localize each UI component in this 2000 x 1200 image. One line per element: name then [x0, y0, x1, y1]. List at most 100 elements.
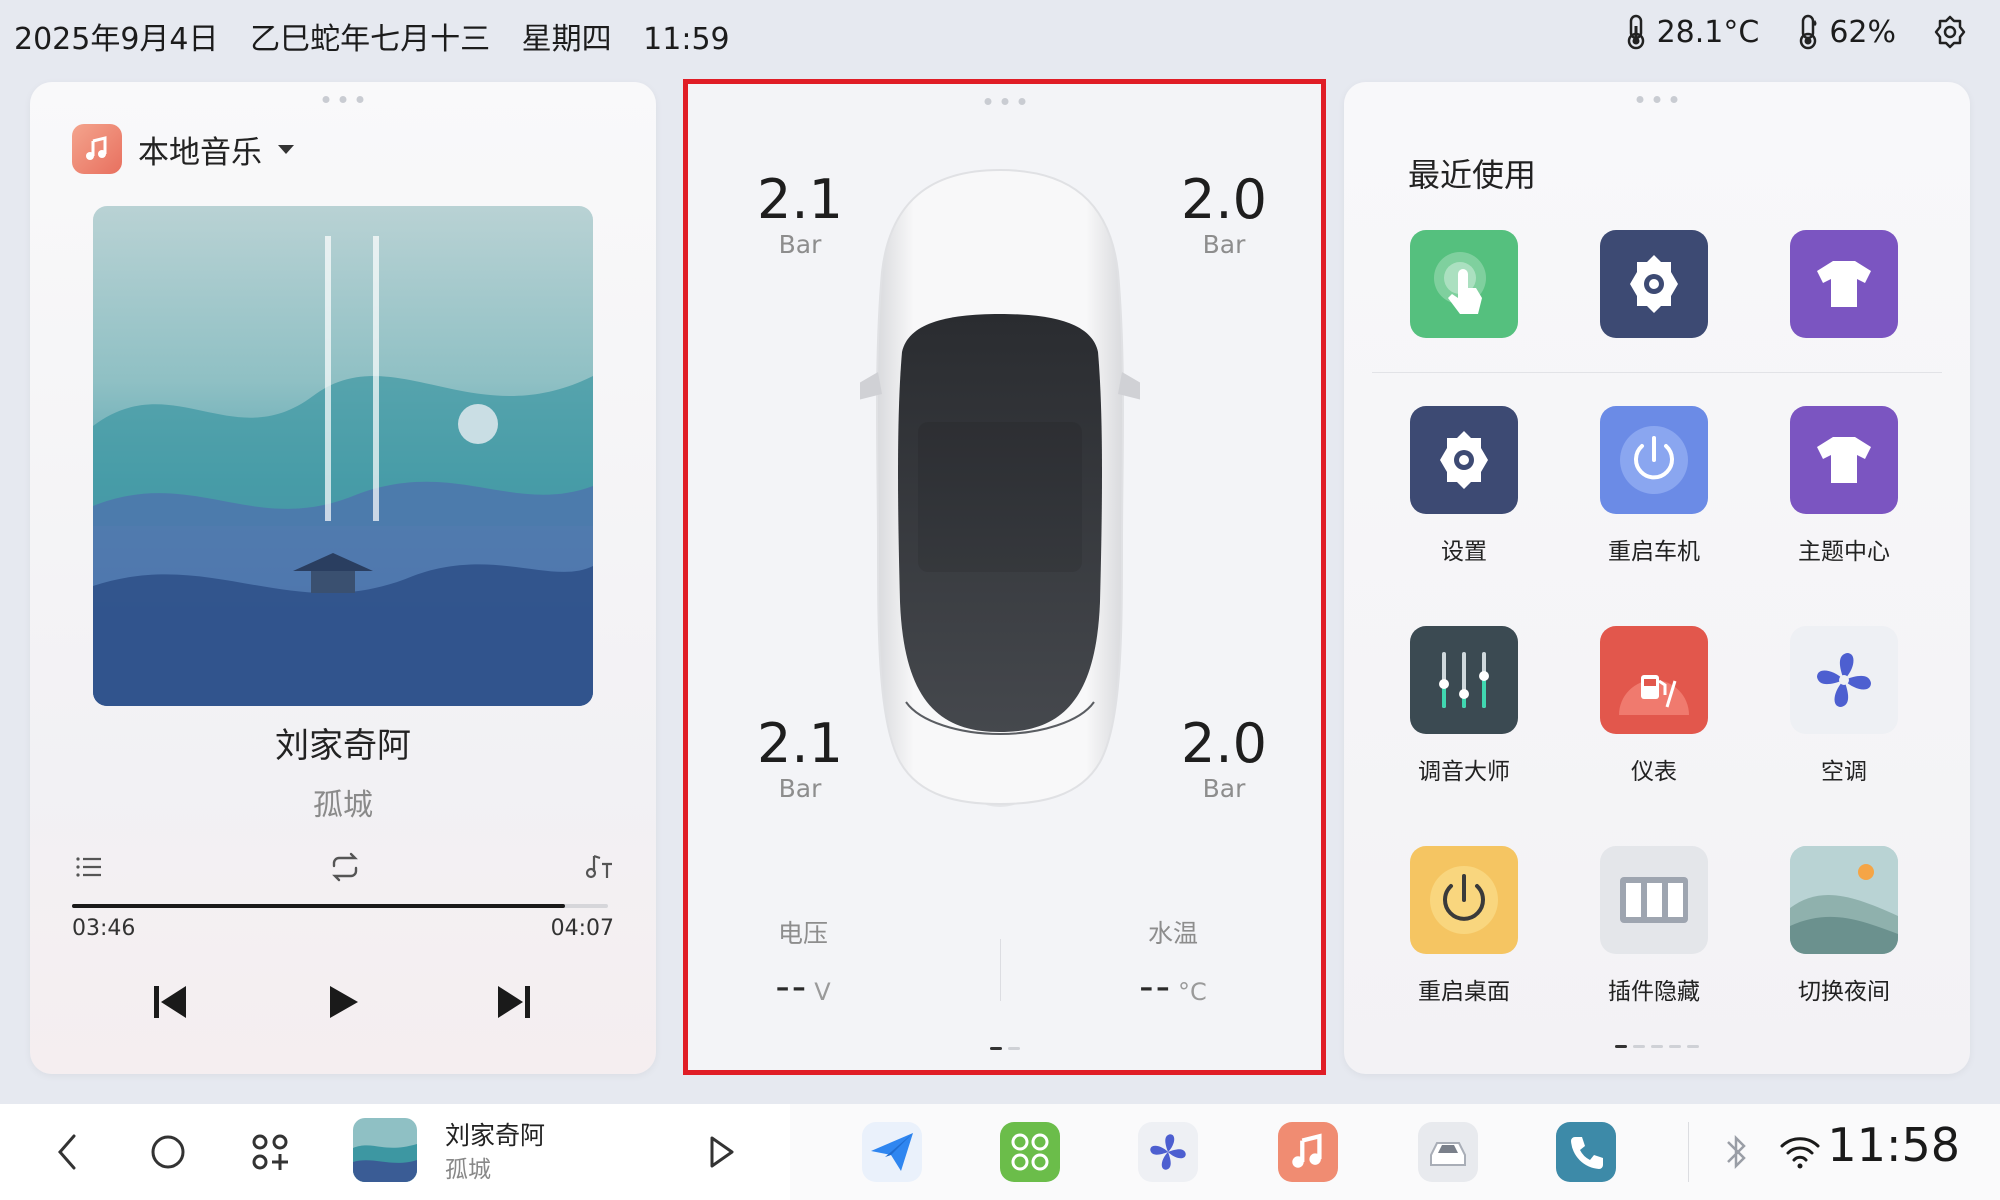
- status-date: 2025年9月4日: [14, 22, 219, 57]
- temperature-indicator: 28.1°C: [1623, 14, 1760, 50]
- dock-app-vehicle[interactable]: [1418, 1122, 1478, 1182]
- tire-pressure-unit: Bar: [1202, 230, 1246, 259]
- status-weekday: 星期四: [521, 22, 612, 57]
- app-label: 重启车机: [1608, 539, 1700, 565]
- phone-icon: [1571, 1137, 1603, 1169]
- fuel-gauge-icon: [1600, 626, 1708, 734]
- status-bar: 2025年9月4日 乙巳蛇年七月十三 星期四 11:59 28.1°C 62%: [0, 0, 2000, 76]
- app-restart-desktop[interactable]: 重启桌面: [1384, 846, 1544, 1006]
- app-label: 仪表: [1631, 759, 1677, 785]
- home-button[interactable]: [148, 1130, 188, 1178]
- music-source-selector[interactable]: 本地音乐: [72, 124, 294, 174]
- columns-icon: [1600, 846, 1708, 954]
- voltage-unit: V: [814, 978, 831, 1006]
- previous-track-button[interactable]: [152, 982, 188, 1026]
- app-restart-head-unit[interactable]: 重启车机: [1574, 406, 1734, 566]
- dock-separator: [1688, 1122, 1689, 1182]
- wifi-status[interactable]: [1778, 1130, 1822, 1178]
- lyrics-icon: [585, 854, 612, 879]
- app-air-conditioning[interactable]: 空调: [1764, 626, 1924, 786]
- play-outline-icon: [710, 1136, 734, 1168]
- landscape-icon: [1790, 846, 1898, 954]
- dock-play-button[interactable]: [706, 1130, 736, 1178]
- current-time: 03:46: [72, 916, 136, 941]
- music-note-icon: [72, 124, 122, 174]
- card-drag-handle[interactable]: [984, 98, 1025, 105]
- bluetooth-icon: [1727, 1134, 1746, 1170]
- play-icon: [330, 986, 358, 1018]
- tire-rear-left: 2.1 Bar: [740, 714, 860, 804]
- song-artist: 刘家奇阿: [275, 726, 411, 766]
- tire-pressure-unit: Bar: [1202, 774, 1246, 803]
- next-track-button[interactable]: [496, 982, 532, 1026]
- playback-progress-bar[interactable]: [72, 904, 608, 908]
- gear-icon: [1600, 230, 1708, 338]
- dock-app-navigation[interactable]: [862, 1122, 922, 1182]
- card-drag-handle[interactable]: [1636, 96, 1678, 103]
- page-indicator[interactable]: [989, 1047, 1020, 1050]
- gear-icon: [1410, 406, 1518, 514]
- recent-app-theme[interactable]: [1764, 230, 1924, 338]
- playlist-button[interactable]: [74, 852, 104, 886]
- wifi-icon: [1780, 1137, 1820, 1169]
- app-settings[interactable]: 设置: [1384, 406, 1544, 566]
- album-cover[interactable]: [93, 206, 593, 706]
- humidity-indicator: 62%: [1795, 14, 1896, 50]
- paper-plane-icon: [871, 1133, 913, 1171]
- status-lunar-date: 乙巳蛇年七月十三: [250, 22, 491, 57]
- app-sound-master[interactable]: 调音大师: [1384, 626, 1544, 786]
- mini-album-cover[interactable]: [353, 1118, 417, 1182]
- skip-previous-icon: [154, 986, 186, 1018]
- humidity-value: 62%: [1829, 14, 1896, 50]
- dock-app-air-conditioning[interactable]: [1138, 1122, 1198, 1182]
- apps-grid-icon: [252, 1134, 288, 1170]
- card-drag-handle[interactable]: [322, 96, 364, 103]
- chevron-left-icon: [58, 1134, 76, 1170]
- app-drawer-button[interactable]: [250, 1130, 290, 1178]
- equalizer-icon: [1410, 626, 1518, 734]
- tire-pressure-unit: Bar: [778, 774, 822, 803]
- bluetooth-status[interactable]: [1722, 1130, 1752, 1178]
- page-indicator[interactable]: [1615, 1045, 1699, 1048]
- app-night-mode-toggle[interactable]: 切换夜间: [1764, 846, 1924, 1006]
- caret-down-icon: [278, 144, 294, 154]
- app-theme-center[interactable]: 主题中心: [1764, 406, 1924, 566]
- voltage-gauge: 电压 -- V: [738, 914, 868, 1010]
- tire-pressure-value: 2.0: [1181, 168, 1267, 231]
- power-icon: [1410, 846, 1518, 954]
- temperature-value: 28.1°C: [1656, 14, 1760, 50]
- apps-card[interactable]: 最近使用 设置 重启车机 主题中心 调音大师 仪表 空调 重启桌面 插件隐藏 切…: [1344, 82, 1970, 1074]
- lyrics-button[interactable]: [584, 852, 614, 886]
- status-time: 11:59: [643, 22, 730, 57]
- repeat-mode-button[interactable]: [328, 852, 362, 886]
- status-datetime: 2025年9月4日 乙巳蛇年七月十三 星期四 11:59: [14, 14, 752, 58]
- tire-front-left: 2.1 Bar: [740, 170, 860, 260]
- humidity-thermometer-icon: [1800, 14, 1817, 50]
- tire-front-right: 2.0 Bar: [1164, 168, 1284, 260]
- app-label: 切换夜间: [1798, 979, 1890, 1005]
- app-label: 空调: [1821, 759, 1867, 785]
- dock-app-launcher[interactable]: [1000, 1122, 1060, 1182]
- tire-rear-right: 2.0 Bar: [1164, 714, 1284, 804]
- water-temp-value: --: [1139, 964, 1173, 1010]
- music-card[interactable]: 本地音乐 刘家奇阿 孤城 03:46 04:07: [30, 82, 656, 1074]
- car-top-view-image: [860, 168, 1140, 807]
- vehicle-status-card[interactable]: 2.1 Bar 2.0 Bar 2.1 Bar 2.0 Bar 电压 -- V …: [683, 79, 1326, 1075]
- tshirt-icon: [1790, 406, 1898, 514]
- dock-app-music[interactable]: [1278, 1122, 1338, 1182]
- music-note-icon: [1292, 1133, 1322, 1168]
- recent-app-settings[interactable]: [1574, 230, 1734, 338]
- play-button[interactable]: [326, 982, 360, 1026]
- app-plugin-hide[interactable]: 插件隐藏: [1574, 846, 1734, 1006]
- settings-gear-button[interactable]: [1932, 14, 1976, 50]
- back-button[interactable]: [52, 1130, 82, 1178]
- now-playing-subtitle: 孤城: [445, 1157, 491, 1183]
- playlist-icon: [76, 857, 101, 877]
- water-temp-label: 水温: [1147, 919, 1198, 948]
- app-label: 主题中心: [1798, 539, 1890, 565]
- dock-app-bluetooth-phone[interactable]: [1556, 1122, 1616, 1182]
- power-icon: [1600, 406, 1708, 514]
- app-instrument-cluster[interactable]: 仪表: [1574, 626, 1734, 786]
- skip-next-icon: [498, 986, 530, 1018]
- recent-app-touch[interactable]: [1384, 230, 1544, 338]
